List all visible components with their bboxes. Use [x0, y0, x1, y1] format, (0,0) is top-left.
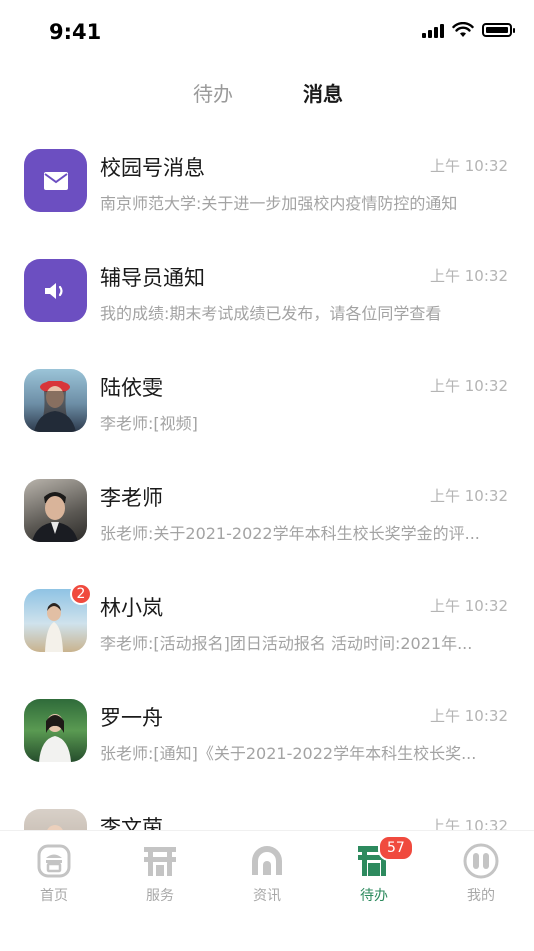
profile-icon — [463, 843, 499, 879]
home-icon — [37, 844, 71, 878]
tabbar-label: 资讯 — [253, 888, 281, 904]
avatar — [24, 149, 87, 212]
avatar — [24, 259, 87, 322]
tabbar-label: 我的 — [467, 888, 495, 904]
status-bar: 9:41 — [0, 0, 534, 60]
message-item-counselor[interactable]: 辅导员通知 上午 10:32 我的成绩:期末考试成绩已发布，请各位同学查看 — [0, 240, 534, 350]
avatar — [24, 479, 87, 542]
tabbar-item-home[interactable]: 首页 — [14, 843, 94, 905]
news-icon — [252, 846, 282, 875]
message-name: 罗一舟 — [100, 706, 163, 730]
person-photo — [47, 825, 63, 830]
status-time: 9:41 — [49, 20, 102, 44]
message-time: 上午 10:32 — [430, 377, 508, 395]
message-preview: 我的成绩:期末考试成绩已发布，请各位同学查看 — [100, 304, 442, 323]
message-item-contact[interactable]: 陆依雯 上午 10:32 李老师:[视频] — [0, 350, 534, 460]
unread-badge: 2 — [70, 583, 92, 605]
signal-icon — [422, 22, 444, 38]
person-photo — [32, 492, 78, 542]
avatar — [24, 699, 87, 762]
todo-count-badge: 57 — [378, 835, 414, 861]
message-item-contact[interactable]: 李文茵 上午 10:32 — [0, 790, 534, 830]
tab-todo[interactable]: 待办 — [193, 78, 233, 107]
tabbar-item-news[interactable]: 资讯 — [227, 843, 307, 905]
bottom-tab-bar: 首页 服务 资讯 57 待办 我的 — [0, 830, 534, 951]
message-preview: 张老师:[通知]《关于2021-2022学年本科生校长奖... — [100, 744, 477, 763]
message-name: 辅导员通知 — [100, 266, 205, 290]
person-photo — [39, 714, 71, 762]
tab-messages[interactable]: 消息 — [303, 78, 343, 107]
avatar — [24, 809, 87, 830]
mail-icon — [43, 171, 68, 190]
message-preview: 南京师范大学:关于进一步加强校内疫情防控的通知 — [100, 194, 458, 213]
message-item-contact[interactable]: 李老师 上午 10:32 张老师:关于2021-2022学年本科生校长奖学金的评… — [0, 460, 534, 570]
avatar — [24, 369, 87, 432]
message-name: 李文茵 — [100, 816, 163, 830]
message-name: 陆依雯 — [100, 376, 163, 400]
tabbar-label: 首页 — [40, 888, 68, 904]
message-name: 校园号消息 — [100, 156, 205, 180]
message-time: 上午 10:32 — [430, 267, 508, 285]
message-list: 校园号消息 上午 10:32 南京师范大学:关于进一步加强校内疫情防控的通知 辅… — [0, 130, 534, 830]
message-name: 林小岚 — [100, 596, 163, 620]
status-icons — [422, 22, 515, 38]
avatar: 2 — [24, 583, 92, 652]
message-name: 李老师 — [100, 486, 163, 510]
message-preview: 张老师:关于2021-2022学年本科生校长奖学金的评... — [100, 524, 480, 543]
wifi-icon — [452, 22, 474, 37]
tabbar-item-todo[interactable]: 57 待办 — [334, 835, 414, 905]
tabbar-label: 待办 — [360, 888, 388, 904]
message-item-contact[interactable]: 2 林小岚 上午 10:32 李老师:[活动报名]团日活动报名 活动时间:202… — [0, 570, 534, 680]
message-time: 上午 10:32 — [430, 597, 508, 615]
message-time: 上午 10:32 — [430, 817, 508, 830]
message-item-campus[interactable]: 校园号消息 上午 10:32 南京师范大学:关于进一步加强校内疫情防控的通知 — [0, 130, 534, 240]
speaker-icon — [44, 282, 63, 299]
tabbar-label: 服务 — [146, 888, 174, 904]
message-preview: 李老师:[视频] — [100, 414, 198, 433]
service-icon — [144, 847, 176, 876]
message-time: 上午 10:32 — [430, 157, 508, 175]
person-photo — [34, 381, 76, 432]
tabbar-item-service[interactable]: 服务 — [120, 843, 200, 905]
message-time: 上午 10:32 — [430, 487, 508, 505]
message-time: 上午 10:32 — [430, 707, 508, 725]
battery-icon — [482, 23, 515, 37]
message-preview: 李老师:[活动报名]团日活动报名 活动时间:2021年... — [100, 634, 473, 653]
tabbar-item-profile[interactable]: 我的 — [441, 843, 521, 905]
message-item-contact[interactable]: 罗一舟 上午 10:32 张老师:[通知]《关于2021-2022学年本科生校长… — [0, 680, 534, 790]
top-tabs: 待办 消息 — [0, 78, 534, 114]
